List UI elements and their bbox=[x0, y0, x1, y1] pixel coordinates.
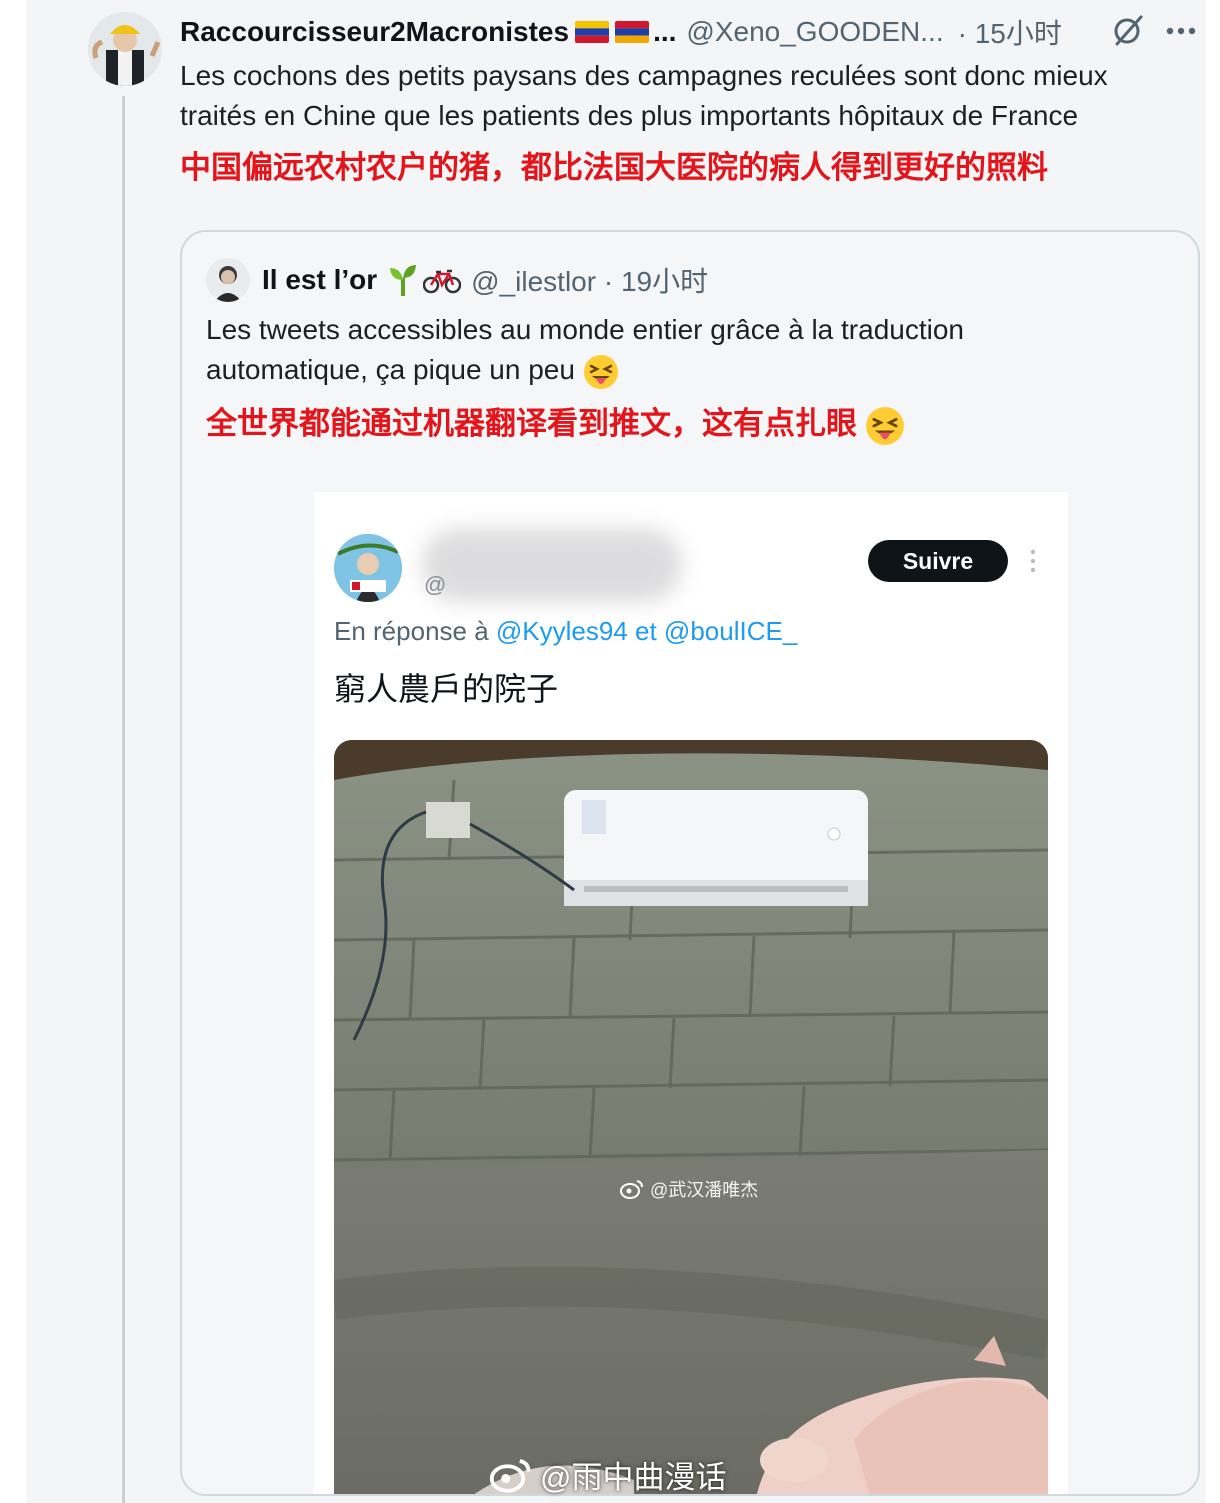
page-watermark-text: @雨中曲漫话 bbox=[540, 1460, 727, 1495]
quoted-tweet-translation: 全世界都能通过机器翻译看到推文，这有点扎眼 bbox=[206, 402, 905, 446]
squinting-tongue-emoji-icon bbox=[865, 406, 905, 446]
quoted-tweet-text: Les tweets accessibles au monde entier g… bbox=[206, 310, 1106, 390]
weibo-icon bbox=[620, 1179, 644, 1199]
armenia-flag-icon bbox=[615, 21, 650, 43]
quoted-author-handle-and-time[interactable]: @_ilestlor · 19小时 bbox=[471, 260, 708, 300]
reply-prefix: En réponse à bbox=[334, 616, 489, 646]
embedded-author-handle: @ bbox=[424, 572, 447, 597]
photo-watermark: @武汉潘唯杰 bbox=[620, 1176, 758, 1202]
bicycle-icon bbox=[422, 266, 462, 294]
page-watermark: @雨中曲漫话 bbox=[489, 1452, 727, 1497]
embedded-screenshot: @ Suivre En réponse à @Kyyles94 et @boul… bbox=[314, 492, 1068, 1494]
quoted-author-name[interactable]: Il est l’or bbox=[262, 264, 377, 296]
thread-line bbox=[122, 96, 125, 1503]
pigsty-photo: @武汉潘唯杰 bbox=[334, 740, 1048, 1494]
tweet-translation: 中国偏远农村农户的猪，都比法国大医院的病人得到更好的照料 bbox=[180, 150, 1048, 185]
tweet-time[interactable]: · 15小时 bbox=[958, 12, 1062, 52]
author-handle[interactable]: @Xeno_GOODEN... bbox=[686, 16, 943, 48]
reply-context: En réponse à @Kyyles94 et @boulICE_ bbox=[334, 616, 797, 647]
venezuela-flag-icon bbox=[575, 21, 610, 43]
seedling-icon bbox=[387, 262, 419, 298]
tweet-header: Raccourcisseur2Macronistes ... @Xeno_GOO… bbox=[180, 12, 1062, 52]
embedded-author-avatar bbox=[334, 534, 402, 602]
squinting-tongue-emoji-icon bbox=[583, 354, 619, 390]
reply-mentions: @Kyyles94 et @boulICE_ bbox=[495, 616, 798, 646]
more-options-icon[interactable] bbox=[1164, 16, 1198, 44]
tweet-text: Les cochons des petits paysans des campa… bbox=[180, 60, 1108, 131]
author-name[interactable]: Raccourcisseur2Macronistes bbox=[180, 16, 569, 48]
weibo-icon bbox=[489, 1457, 532, 1493]
follow-button: Suivre bbox=[868, 540, 1008, 582]
quoted-tweet[interactable]: Il est l’or @_ilestlor · 19小时 Les tweets… bbox=[180, 230, 1200, 1496]
blurred-author-name bbox=[422, 528, 682, 602]
name-ellipsis: ... bbox=[653, 16, 677, 47]
photo-watermark-text: @武汉潘唯杰 bbox=[650, 1180, 759, 1200]
author-avatar[interactable] bbox=[88, 12, 162, 86]
quoted-author-avatar[interactable] bbox=[206, 258, 250, 302]
embedded-tweet-text: 窮人農戶的院子 bbox=[334, 671, 559, 707]
grok-icon[interactable] bbox=[1112, 14, 1144, 46]
quoted-tweet-translation-body: 全世界都能通过机器翻译看到推文，这有点扎眼 bbox=[206, 406, 857, 441]
timeline-panel: Raccourcisseur2Macronistes ... @Xeno_GOO… bbox=[26, 0, 1206, 1503]
embedded-more-icon bbox=[1028, 548, 1038, 574]
quoted-tweet-header: Il est l’or @_ilestlor · 19小时 bbox=[262, 259, 708, 301]
